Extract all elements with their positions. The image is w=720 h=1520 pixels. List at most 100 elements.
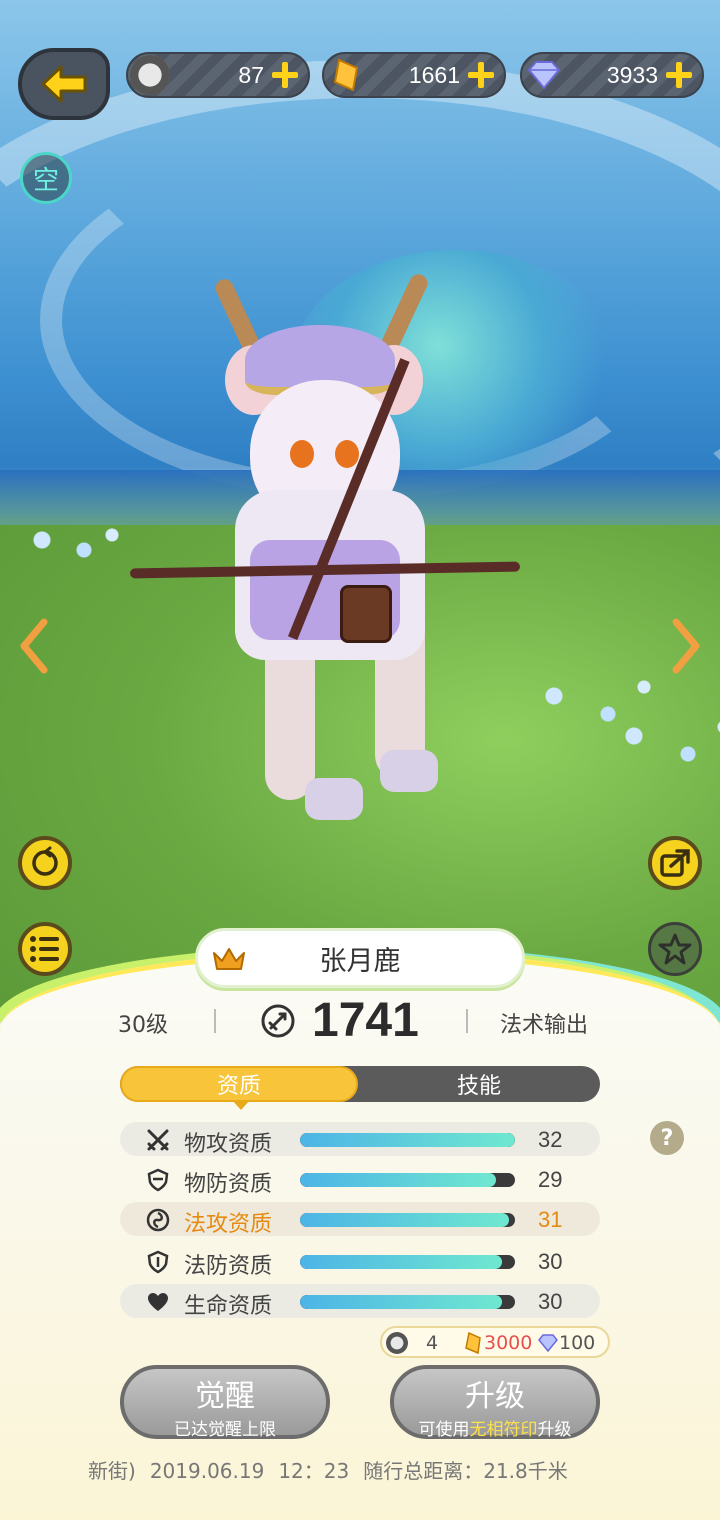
star-icon — [658, 933, 692, 965]
flower-patch — [0, 520, 140, 570]
shield-icon — [147, 1250, 169, 1274]
combat-power-icon — [261, 1004, 295, 1038]
share-icon — [660, 849, 690, 877]
stat-row-physical-defense: 物防资质 29 — [120, 1162, 600, 1197]
stat-label: 法攻资质 — [184, 1212, 273, 1237]
menu-list-button[interactable] — [18, 922, 72, 976]
tab-aptitude[interactable]: 资质 — [120, 1066, 358, 1110]
cost-diamond-value: 100 — [559, 1332, 596, 1354]
stat-value: 30 — [538, 1249, 563, 1274]
resource-crystal: 1661 — [322, 52, 506, 98]
rotate-icon — [32, 846, 58, 876]
cost-diamond: 100 — [538, 1332, 595, 1354]
cost-token-value: 4 — [426, 1332, 439, 1354]
upgrade-hint-item: 无相符印 — [469, 1420, 538, 1440]
stat-bar-fill — [300, 1295, 503, 1309]
upgrade-hint-suffix: 升级 — [537, 1420, 572, 1440]
stat-label: 生命资质 — [184, 1294, 273, 1319]
add-crystal-button[interactable] — [468, 62, 494, 88]
pet-character-model[interactable] — [129, 270, 530, 860]
cost-crystal-value: 3000 — [484, 1332, 533, 1354]
add-pet-token-button[interactable] — [272, 62, 298, 88]
stat-bar — [300, 1173, 515, 1187]
awaken-button[interactable]: 觉醒 已达觉醒上限 — [120, 1365, 330, 1440]
pet-level: 30级 — [118, 1013, 168, 1038]
stat-value: 30 — [538, 1289, 563, 1314]
resource-diamond: 3933 — [520, 52, 704, 98]
shield-icon — [147, 1168, 169, 1192]
footer-distance: 21.8千米 — [483, 1459, 568, 1483]
erhu-body — [340, 585, 392, 643]
stat-bar-fill — [300, 1133, 515, 1147]
stat-label: 法防资质 — [184, 1254, 273, 1279]
next-pet-arrow-icon[interactable] — [672, 618, 702, 674]
upgrade-hint-prefix: 可使用 — [418, 1420, 470, 1440]
divider — [466, 1009, 468, 1033]
space-toggle-button[interactable]: 空 — [20, 152, 72, 204]
upgrade-cost-pill: 4 3000 100 — [380, 1326, 610, 1358]
resource-value: 87 — [238, 61, 264, 88]
boot — [305, 778, 363, 820]
stat-value: 31 — [538, 1207, 563, 1232]
back-arrow-icon — [41, 65, 87, 103]
footer-time: 12：23 — [278, 1459, 350, 1483]
pet-role: 法术输出 — [500, 1013, 589, 1038]
heart-icon — [148, 1293, 168, 1311]
stat-bar-fill — [300, 1255, 503, 1269]
sword-icon — [147, 1129, 169, 1151]
share-button[interactable] — [648, 836, 702, 890]
eye — [290, 440, 314, 468]
space-toggle-label: 空 — [32, 165, 59, 196]
resource-pet-token: 87 — [126, 52, 310, 98]
add-diamond-button[interactable] — [666, 62, 692, 88]
pet-summary-row: 30级 1741 法术输出 — [0, 994, 720, 1047]
upgrade-button-hint: 可使用无相符印升级 — [394, 1415, 596, 1440]
stat-bar — [300, 1295, 515, 1309]
resource-value: 1661 — [408, 61, 460, 88]
tab-skills[interactable]: 技能 — [358, 1066, 600, 1102]
stat-bar — [300, 1255, 515, 1269]
favorite-button[interactable] — [648, 922, 702, 976]
upgrade-button[interactable]: 升级 可使用无相符印升级 — [390, 1365, 600, 1440]
pet-showcase-scene — [0, 0, 720, 1060]
pet-name: 张月鹿 — [319, 945, 401, 977]
tab-aptitude-label: 资质 — [216, 1074, 261, 1099]
upgrade-button-label: 升级 — [465, 1379, 525, 1414]
footer-location: 新街) — [88, 1459, 136, 1483]
previous-pet-arrow-icon[interactable] — [18, 618, 48, 674]
crown-icon — [213, 948, 245, 970]
stat-row-magic-attack: 法攻资质 31 — [120, 1202, 600, 1237]
pet-token-icon — [386, 1332, 408, 1354]
companion-footer: 新街) 2019.06.19 12：23 随行总距离：21.8千米 — [88, 1455, 582, 1484]
pet-name-plate[interactable]: 张月鹿 — [195, 928, 525, 988]
magic-swirl-icon — [146, 1208, 170, 1232]
crystal-icon — [465, 1332, 481, 1354]
stat-bar — [300, 1133, 515, 1147]
back-button[interactable] — [18, 48, 110, 120]
diamond-icon — [524, 55, 564, 95]
stat-bar-fill — [300, 1173, 496, 1187]
stat-value: 29 — [538, 1167, 563, 1192]
footer-distance-label: 随行总距离： — [363, 1459, 484, 1483]
crystal-icon — [326, 55, 366, 95]
list-icon — [30, 936, 59, 962]
cost-token: 4 — [386, 1332, 438, 1354]
stat-label: 物攻资质 — [184, 1132, 273, 1157]
stat-bar — [300, 1213, 515, 1227]
stat-row-magic-defense: 法防资质 30 — [120, 1244, 600, 1279]
footer-date: 2019.06.19 — [149, 1459, 265, 1483]
stat-row-physical-attack: 物攻资质 32 — [120, 1122, 600, 1157]
tab-skills-label: 技能 — [456, 1074, 501, 1099]
diamond-icon — [538, 1334, 558, 1352]
stat-row-health: 生命资质 30 — [120, 1284, 600, 1319]
boot — [380, 750, 438, 792]
rotate-view-button[interactable] — [18, 836, 72, 890]
resource-value: 3933 — [606, 61, 658, 88]
eye — [335, 440, 359, 468]
divider — [214, 1009, 216, 1033]
stat-label: 物防资质 — [184, 1172, 273, 1197]
awaken-button-status: 已达觉醒上限 — [174, 1420, 276, 1440]
help-question-button[interactable]: ? — [650, 1121, 684, 1155]
cost-crystal: 3000 — [464, 1332, 532, 1354]
awaken-button-label: 觉醒 — [195, 1379, 255, 1414]
